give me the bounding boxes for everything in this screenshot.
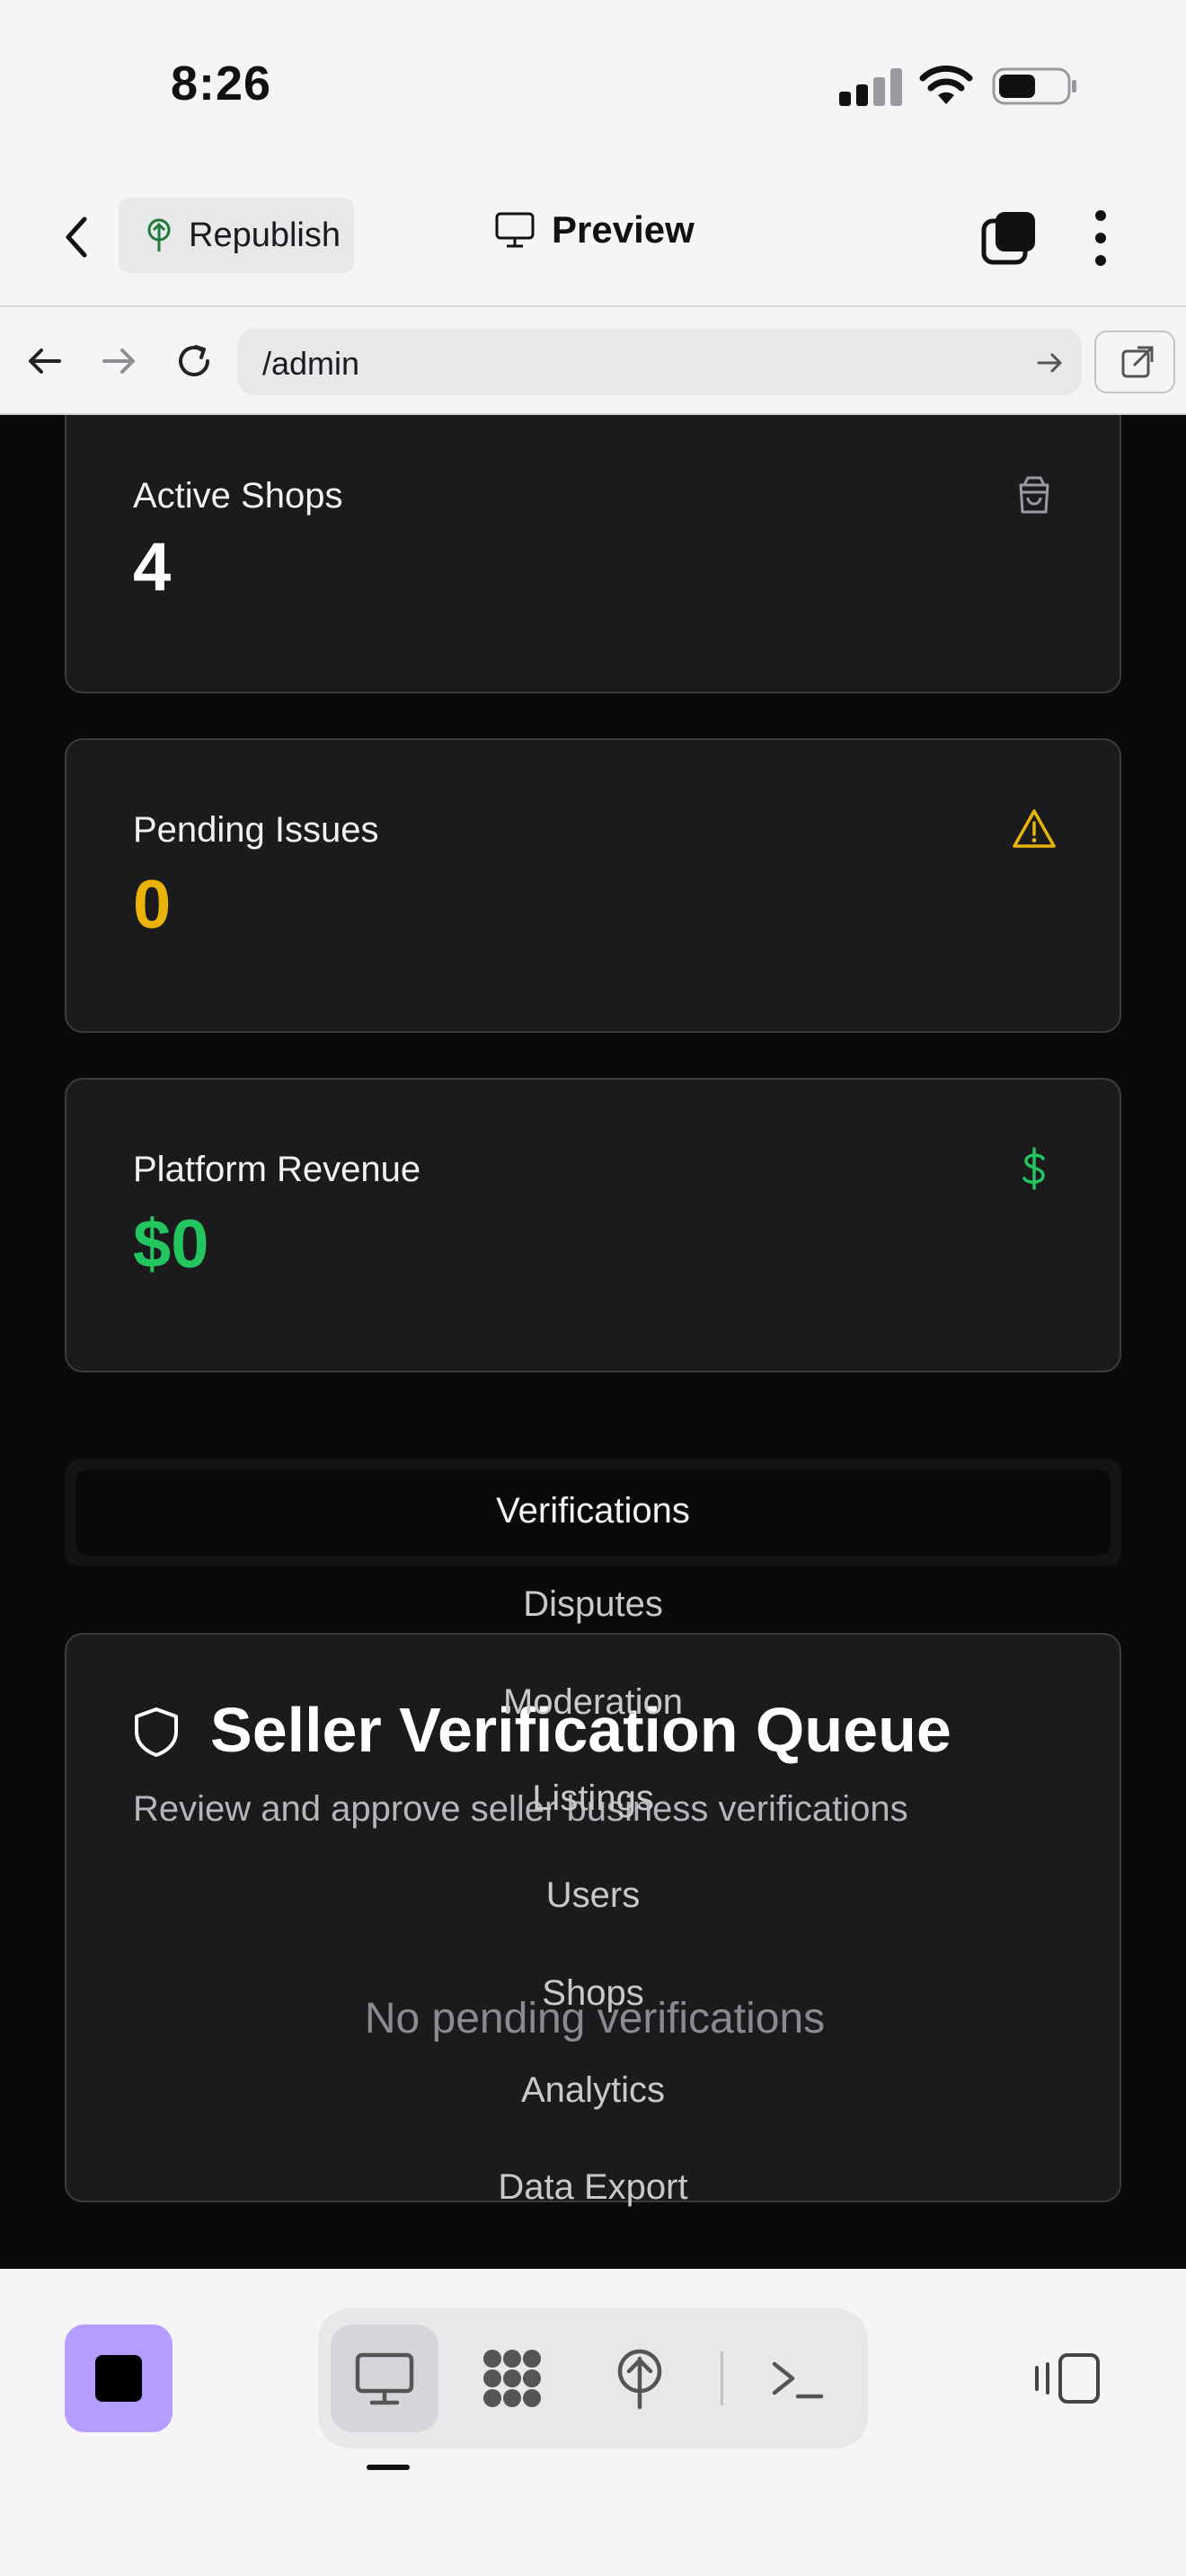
- stat-label: Active Shops: [133, 476, 343, 516]
- app-bar: Republish Preview: [0, 171, 1186, 305]
- tab-moderation[interactable]: Moderation: [0, 1682, 1186, 1723]
- tab-disputes[interactable]: Disputes: [0, 1584, 1186, 1625]
- go-arrow-icon[interactable]: [1035, 348, 1064, 377]
- terminal-icon: [772, 2361, 824, 2399]
- republish-label: Republish: [189, 216, 341, 254]
- url-input[interactable]: /admin: [237, 329, 1082, 395]
- url-text: /admin: [262, 345, 360, 382]
- stat-value: $0: [133, 1206, 209, 1283]
- web-preview: Active Shops 4 Pending Issues 0 Platform…: [0, 415, 1186, 2269]
- wifi-icon: [919, 65, 973, 104]
- stat-value: 4: [133, 529, 172, 605]
- stat-card-active-shops: Active Shops 4: [65, 415, 1121, 693]
- more-vertical-icon[interactable]: [1087, 208, 1114, 268]
- stat-value: 0: [133, 867, 172, 943]
- browser-back-icon[interactable]: [23, 340, 66, 383]
- tabs-icon[interactable]: [981, 210, 1037, 266]
- battery-icon: [992, 67, 1076, 105]
- shell-tool-button[interactable]: [744, 2325, 852, 2432]
- tab-analytics[interactable]: Analytics: [0, 2070, 1186, 2111]
- active-tool-indicator: [367, 2465, 410, 2470]
- dollar-icon: [1022, 1147, 1045, 1190]
- agent-button[interactable]: [65, 2325, 173, 2432]
- deploy-icon: [147, 218, 171, 251]
- tab-label: Verifications: [496, 1491, 690, 1531]
- stat-card-platform-revenue: Platform Revenue $0: [65, 1078, 1121, 1372]
- open-external-button[interactable]: [1094, 331, 1175, 393]
- stat-label: Pending Issues: [133, 810, 379, 850]
- monitor-icon: [495, 212, 535, 248]
- browser-forward-icon[interactable]: [97, 340, 140, 383]
- tab-listings[interactable]: Listings: [0, 1778, 1186, 1819]
- republish-button[interactable]: Republish: [119, 198, 354, 273]
- status-bar: 8:26: [0, 0, 1186, 171]
- tool-switcher: [318, 2308, 868, 2448]
- stat-card-pending-issues: Pending Issues 0: [65, 738, 1121, 1033]
- external-link-icon: [1121, 346, 1154, 378]
- workspace-tool-button[interactable]: [458, 2325, 566, 2432]
- reload-icon[interactable]: [173, 340, 216, 383]
- panel-toggle-icon[interactable]: [1033, 2351, 1102, 2405]
- tab-data-export[interactable]: Data Export: [0, 2167, 1186, 2208]
- toolbar-divider: [721, 2351, 723, 2405]
- warning-icon: [1013, 809, 1056, 848]
- tab-users[interactable]: Users: [0, 1875, 1186, 1916]
- monitor-icon: [355, 2352, 414, 2405]
- back-chevron-icon[interactable]: [56, 210, 97, 264]
- cellular-signal-icon: [839, 68, 902, 106]
- preview-tool-button[interactable]: [331, 2325, 438, 2432]
- bottom-toolbar: [0, 2269, 1186, 2576]
- tab-shops[interactable]: Shops: [0, 1973, 1186, 2014]
- tab-verifications[interactable]: Verifications: [75, 1469, 1111, 1556]
- preview-label: Preview: [552, 208, 695, 251]
- shopping-bag-icon: [1019, 476, 1049, 514]
- status-time: 8:26: [171, 57, 272, 110]
- deploy-tool-button[interactable]: [586, 2325, 694, 2432]
- preview-title[interactable]: Preview: [494, 208, 695, 251]
- deploy-icon: [617, 2349, 662, 2410]
- admin-tabs: Verifications: [65, 1459, 1121, 1566]
- stop-icon: [95, 2355, 142, 2402]
- stat-label: Platform Revenue: [133, 1150, 421, 1189]
- browser-bar: /admin: [0, 305, 1186, 415]
- apps-grid-icon: [483, 2350, 541, 2407]
